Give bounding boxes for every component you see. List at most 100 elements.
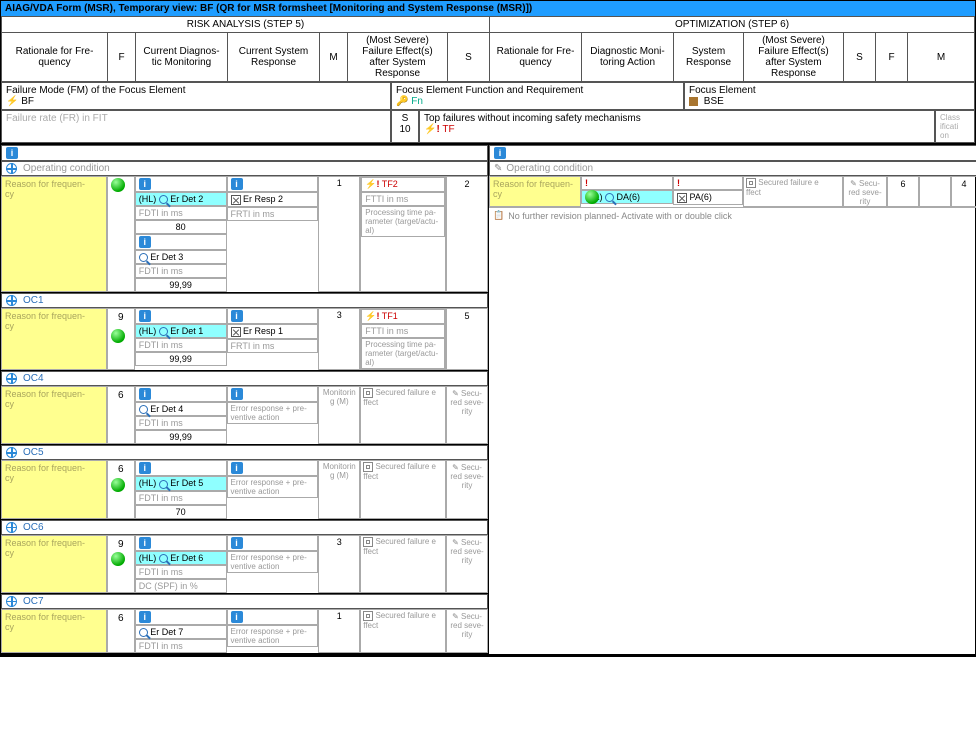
info-cell[interactable]: i: [227, 176, 319, 192]
reason-cell[interactable]: Reason for frequen-cy: [1, 386, 107, 444]
secured-effect-r[interactable]: Secured failure effect: [743, 176, 843, 207]
step5-heading: RISK ANALYSIS (STEP 5): [2, 17, 490, 33]
info-cell[interactable]: i: [135, 308, 227, 324]
info-cell[interactable]: i: [227, 386, 319, 402]
focus-row[interactable]: Reason for frequen-cy 6 i (HL) Er Det 2 …: [1, 176, 488, 293]
opcond-bar-l[interactable]: Operating condition: [1, 161, 488, 176]
info-cell[interactable]: i: [135, 609, 227, 625]
pa6[interactable]: PA(6): [673, 190, 743, 205]
reason-cell-r[interactable]: Reason for frequen-cy: [489, 176, 581, 207]
info-cell[interactable]: i: [135, 386, 227, 402]
exclamation-icon: !: [677, 178, 680, 188]
s10-value: 10: [396, 124, 414, 135]
secsev: ✎ Secu-red seve-rity: [446, 609, 488, 653]
col-sysresp: SystemResponse: [674, 33, 744, 82]
er-det[interactable]: (HL) Er Det 5: [135, 476, 227, 490]
opt-m: 4: [951, 176, 976, 207]
info-icon: i: [139, 537, 151, 549]
fdti-val-b[interactable]: 99,99: [135, 278, 227, 292]
secured-effect[interactable]: Secured failure effect: [360, 460, 446, 518]
opcond-label: Operating condition: [506, 163, 593, 174]
col-effect-l: (Most Severe)Failure Effect(s)after Syst…: [348, 33, 448, 82]
info-icon: i: [494, 147, 506, 159]
info-icon: i: [139, 236, 151, 248]
fdti-val[interactable]: 99,99: [135, 430, 227, 444]
er-det[interactable]: Er Det 4: [135, 402, 227, 416]
oc-row[interactable]: Reason for frequen-cy9i(HL) Er Det 1FDTI…: [1, 308, 488, 371]
s10-label: S: [396, 113, 414, 124]
oc-bar[interactable]: OC5: [1, 445, 488, 460]
fdti-val[interactable]: 70: [135, 505, 227, 519]
col-M-l: M: [320, 33, 348, 82]
secured-effect[interactable]: Secured failure effect: [360, 535, 446, 593]
xbox-icon: [677, 193, 687, 203]
status-dot-green: [111, 478, 125, 492]
errresp-prev[interactable]: Error response + pre-ventive action: [227, 625, 319, 647]
monitoring-m: Monitoring (M): [318, 386, 360, 444]
oc-row[interactable]: Reason for frequen-cy9i(HL) Er Det 6FDTI…: [1, 535, 488, 594]
er-resp[interactable]: Er Resp 1: [227, 324, 319, 339]
oc-row[interactable]: Reason for frequen-cy6i Er Det 4FDTI in …: [1, 386, 488, 445]
info-cell[interactable]: i: [227, 609, 319, 625]
secured-effect[interactable]: Secured failure effect: [360, 609, 446, 653]
er-det[interactable]: (HL) Er Det 6: [135, 551, 227, 565]
er-det[interactable]: Er Det 7: [135, 625, 227, 639]
info-cell[interactable]: i: [135, 460, 227, 476]
tf2-cell[interactable]: ⚡! TF2: [361, 177, 445, 192]
dcspf-label: DC (SPF) in %: [135, 579, 227, 593]
magnifier-icon: [159, 480, 168, 489]
opt-row[interactable]: Reason for frequen-cy ! (HL) DA(6) ! PA(…: [489, 176, 976, 208]
f-value: 6: [107, 609, 135, 653]
tf-cell[interactable]: ⚡! TF1: [361, 309, 445, 324]
key-icon: 🔑: [396, 96, 408, 107]
reason-cell[interactable]: Reason for frequen-cy: [1, 176, 107, 292]
er-det[interactable]: (HL) Er Det 1: [135, 324, 227, 338]
info-cell[interactable]: i: [135, 234, 227, 250]
fn-label: Focus Element Function and Requirement: [396, 85, 679, 96]
lock-icon: [746, 178, 756, 188]
header-table: RISK ANALYSIS (STEP 5) OPTIMIZATION (STE…: [1, 16, 975, 82]
info-icon: i: [139, 388, 151, 400]
secsev: ✎ Secu-red seve-rity: [446, 535, 488, 593]
xbox-icon: [231, 195, 241, 205]
info-cell[interactable]: i: [135, 176, 227, 192]
oc-row[interactable]: Reason for frequen-cy6i(HL) Er Det 5FDTI…: [1, 460, 488, 519]
info-icon: i: [231, 462, 243, 474]
info-cell[interactable]: i: [227, 460, 319, 476]
status-dot-green: [111, 552, 125, 566]
er-resp-2[interactable]: Er Resp 2: [227, 192, 319, 207]
fdti-val-a[interactable]: 80: [135, 220, 227, 234]
oc-bar[interactable]: OC6: [1, 520, 488, 535]
reason-cell[interactable]: Reason for frequen-cy: [1, 460, 107, 518]
procparam-label: Processing time pa-rameter (target/actu-…: [361, 338, 445, 369]
fe-label: Focus Element: [689, 85, 970, 96]
errresp-prev[interactable]: Error response + pre-ventive action: [227, 551, 319, 573]
info-cell[interactable]: i: [135, 535, 227, 551]
fdti-val[interactable]: 99,99: [135, 352, 227, 366]
secured-effect[interactable]: Secured failure effect: [360, 386, 446, 444]
errresp-prev[interactable]: Error response + pre-ventive action: [227, 476, 319, 498]
oc-bar[interactable]: OC1: [1, 293, 488, 308]
reason-cell[interactable]: Reason for frequen-cy: [1, 308, 107, 370]
info-cell[interactable]: i: [227, 535, 319, 551]
no-revision-note[interactable]: 📋No further revision planned- Activate w…: [489, 208, 976, 223]
m-value: 1: [318, 176, 360, 292]
info-cell[interactable]: i: [227, 308, 319, 324]
er-det-2[interactable]: (HL) Er Det 2: [135, 192, 227, 206]
oc-bar[interactable]: OC4: [1, 371, 488, 386]
oc-row[interactable]: Reason for frequen-cy6i Er Det 7FDTI in …: [1, 609, 488, 654]
info-row-r[interactable]: i: [489, 145, 976, 161]
col-rationale-r: Rationale for Fre-quency: [490, 33, 582, 82]
col-S-r: S: [844, 33, 876, 82]
reason-cell[interactable]: Reason for frequen-cy: [1, 535, 107, 593]
info-row-l[interactable]: i: [1, 145, 488, 161]
er-det-3[interactable]: Er Det 3: [135, 250, 227, 264]
fm-value: BF: [21, 96, 34, 107]
fdti-label: FDTI in ms: [135, 491, 227, 505]
excl-cell[interactable]: !: [673, 176, 743, 190]
excl-cell[interactable]: !: [581, 176, 673, 190]
reason-cell[interactable]: Reason for frequen-cy: [1, 609, 107, 653]
oc-bar[interactable]: OC7: [1, 594, 488, 609]
opcond-bar-r[interactable]: ✎Operating condition: [489, 161, 976, 176]
errresp-prev[interactable]: Error response + pre-ventive action: [227, 402, 319, 424]
